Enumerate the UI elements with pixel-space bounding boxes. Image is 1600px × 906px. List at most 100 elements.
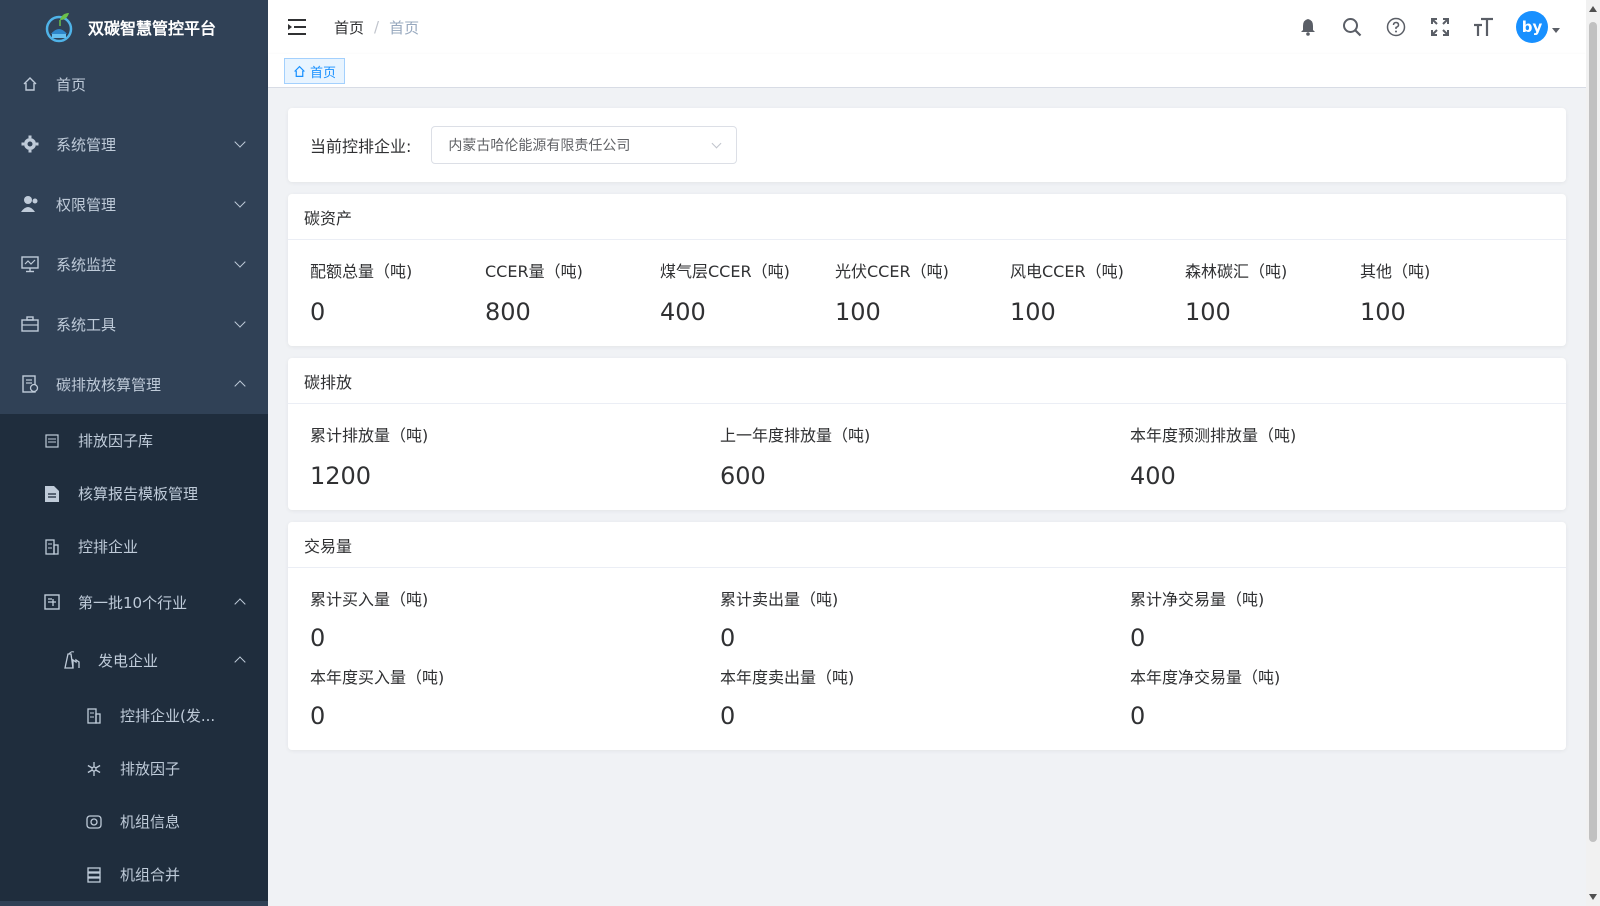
- stat-value: 400: [660, 298, 706, 326]
- tag-label: 首页: [310, 65, 337, 81]
- sidebar-item-power[interactable]: 发电企业: [0, 631, 268, 689]
- card-title: 碳资产: [288, 194, 1566, 240]
- stat-label: 森林碳汇（吨): [1185, 262, 1288, 281]
- right-menu: by: [1286, 0, 1586, 54]
- stat-label: 上一年度排放量（吨): [720, 426, 871, 445]
- industry-icon: [42, 592, 62, 612]
- stat-label: 本年度卖出量（吨): [720, 668, 855, 687]
- sidebar-item-label: 第一批10个行业: [78, 593, 188, 612]
- stat-other: 其他（吨) 100: [1360, 260, 1535, 328]
- sidebar-item-emission-factor[interactable]: 排放因子: [0, 742, 268, 795]
- building-icon: [42, 537, 62, 557]
- sidebar-item-tools[interactable]: 系统工具: [0, 294, 268, 354]
- sidebar-item-unit-info[interactable]: 机组信息: [0, 795, 268, 848]
- breadcrumb-home[interactable]: 首页: [334, 17, 364, 38]
- stat-ccer: CCER量（吨) 800: [485, 260, 660, 328]
- stat-value: 100: [1185, 298, 1231, 326]
- unit-icon: [84, 812, 104, 832]
- sidebar-item-monitor[interactable]: 系统监控: [0, 234, 268, 294]
- app-title: 双碳智慧管控平台: [88, 19, 217, 38]
- stat-label: 累计排放量（吨): [310, 426, 429, 445]
- stat-label: CCER量（吨): [485, 262, 583, 281]
- sidebar-item-label: 控排企业(发...: [120, 707, 216, 725]
- stat-label: 本年度买入量（吨): [310, 668, 445, 687]
- list-icon: [42, 431, 62, 451]
- stat-value: 0: [720, 624, 736, 652]
- sidebar-item-unit-merge[interactable]: 机组合并: [0, 848, 268, 901]
- stat-label: 本年度净交易量（吨): [1130, 668, 1281, 687]
- card-title: 碳排放: [288, 358, 1566, 404]
- hamburger-icon[interactable]: [286, 17, 308, 37]
- breadcrumb-separator: /: [374, 18, 380, 36]
- gear-icon: [20, 134, 40, 154]
- user-dropdown[interactable]: by: [1516, 11, 1560, 43]
- stat-value: 400: [1130, 462, 1176, 490]
- stat-cumulative-sell: 累计卖出量（吨) 0: [720, 588, 1130, 654]
- sidebar-item-permission[interactable]: 权限管理: [0, 174, 268, 234]
- stat-wind-ccer: 风电CCER（吨) 100: [1010, 260, 1185, 328]
- scroll-up-arrow-icon[interactable]: [1589, 6, 1597, 12]
- stat-year-sell: 本年度卖出量（吨) 0: [720, 666, 1130, 732]
- avatar[interactable]: by: [1516, 11, 1548, 43]
- stat-label: 风电CCER（吨): [1010, 262, 1124, 281]
- select-value: 内蒙古哈伦能源有限责任公司: [448, 138, 631, 154]
- stat-year-net: 本年度净交易量（吨) 0: [1130, 666, 1540, 732]
- stat-value: 100: [1010, 298, 1056, 326]
- stat-coalbed-ccer: 煤气层CCER（吨) 400: [660, 260, 835, 328]
- server-icon: [84, 865, 104, 885]
- sidebar-item-factor-lib[interactable]: 排放因子库: [0, 414, 268, 467]
- sidebar-item-label: 机组合并: [120, 866, 181, 884]
- chevron-down-icon: [234, 136, 246, 148]
- stat-forest-sink: 森林碳汇（吨) 100: [1185, 260, 1360, 328]
- page-scrollbar[interactable]: [1586, 0, 1600, 906]
- search-icon[interactable]: [1330, 0, 1374, 54]
- stat-value: 0: [310, 702, 326, 730]
- toolbox-icon: [20, 314, 40, 334]
- sidebar-item-power-enterprise[interactable]: 控排企业(发...: [0, 689, 268, 742]
- stat-label: 其他（吨): [1360, 262, 1431, 281]
- carbon-assets-card: 碳资产 配额总量（吨) 0 CCER量（吨) 800 煤气层CCER（吨) 40…: [288, 194, 1566, 346]
- user-icon: [20, 194, 40, 214]
- tag-home[interactable]: 首页: [284, 58, 346, 84]
- stat-label: 累计卖出量（吨): [720, 590, 839, 609]
- sidebar-item-report-template[interactable]: 核算报告模板管理: [0, 467, 268, 520]
- font-size-icon[interactable]: [1462, 0, 1506, 54]
- fullscreen-icon[interactable]: [1418, 0, 1462, 54]
- sidebar-item-label: 控排企业: [78, 538, 139, 556]
- home-icon: [293, 65, 306, 78]
- help-icon[interactable]: [1374, 0, 1418, 54]
- chevron-up-icon: [234, 598, 246, 610]
- scrollbar-thumb[interactable]: [1589, 22, 1597, 842]
- sidebar-item-label: 系统工具: [56, 315, 117, 334]
- stat-cumulative-net: 累计净交易量（吨) 0: [1130, 588, 1540, 654]
- sidebar-item-label: 碳排放核算管理: [56, 375, 162, 394]
- stat-value: 100: [1360, 298, 1406, 326]
- navbar: 首页 / 首页 by: [268, 0, 1586, 54]
- bell-icon[interactable]: [1286, 0, 1330, 54]
- carbon-submenu: 排放因子库 核算报告模板管理 控排企业 第一批10个行业 发电企业 控排企业(发…: [0, 414, 268, 901]
- sidebar-item-system[interactable]: 系统管理: [0, 114, 268, 174]
- stat-cumulative-emission: 累计排放量（吨) 1200: [310, 424, 720, 492]
- stat-label: 本年度预测排放量（吨): [1130, 426, 1297, 445]
- sidebar-item-label: 排放因子库: [78, 432, 154, 450]
- logo-icon: [45, 13, 73, 43]
- stat-label: 配额总量（吨): [310, 262, 413, 281]
- home-icon: [20, 74, 40, 94]
- sidebar-item-home[interactable]: 首页: [0, 54, 268, 114]
- sidebar-item-enterprise[interactable]: 控排企业: [0, 520, 268, 573]
- monitor-icon: [20, 254, 40, 274]
- chevron-up-icon: [234, 656, 246, 668]
- stat-value: 1200: [310, 462, 372, 490]
- main-content: 当前控排企业: 内蒙古哈伦能源有限责任公司 碳资产 配额总量（吨) 0 CCER…: [268, 88, 1586, 906]
- scroll-down-arrow-icon[interactable]: [1589, 894, 1597, 900]
- sidebar-item-industry-group[interactable]: 第一批10个行业: [0, 573, 268, 631]
- enterprise-select[interactable]: 内蒙古哈伦能源有限责任公司: [431, 126, 738, 164]
- sidebar: 双碳智慧管控平台 首页 系统管理 权限管理 系统监控 系统工具 碳排放核算管理 …: [0, 0, 268, 906]
- sidebar-item-carbon[interactable]: 碳排放核算管理: [0, 354, 268, 414]
- stat-value: 800: [485, 298, 531, 326]
- stat-value: 0: [1130, 702, 1146, 730]
- sidebar-item-label: 首页: [56, 75, 87, 94]
- power-plant-icon: [62, 650, 82, 670]
- stat-cumulative-buy: 累计买入量（吨) 0: [310, 588, 720, 654]
- logo[interactable]: 双碳智慧管控平台: [0, 0, 268, 54]
